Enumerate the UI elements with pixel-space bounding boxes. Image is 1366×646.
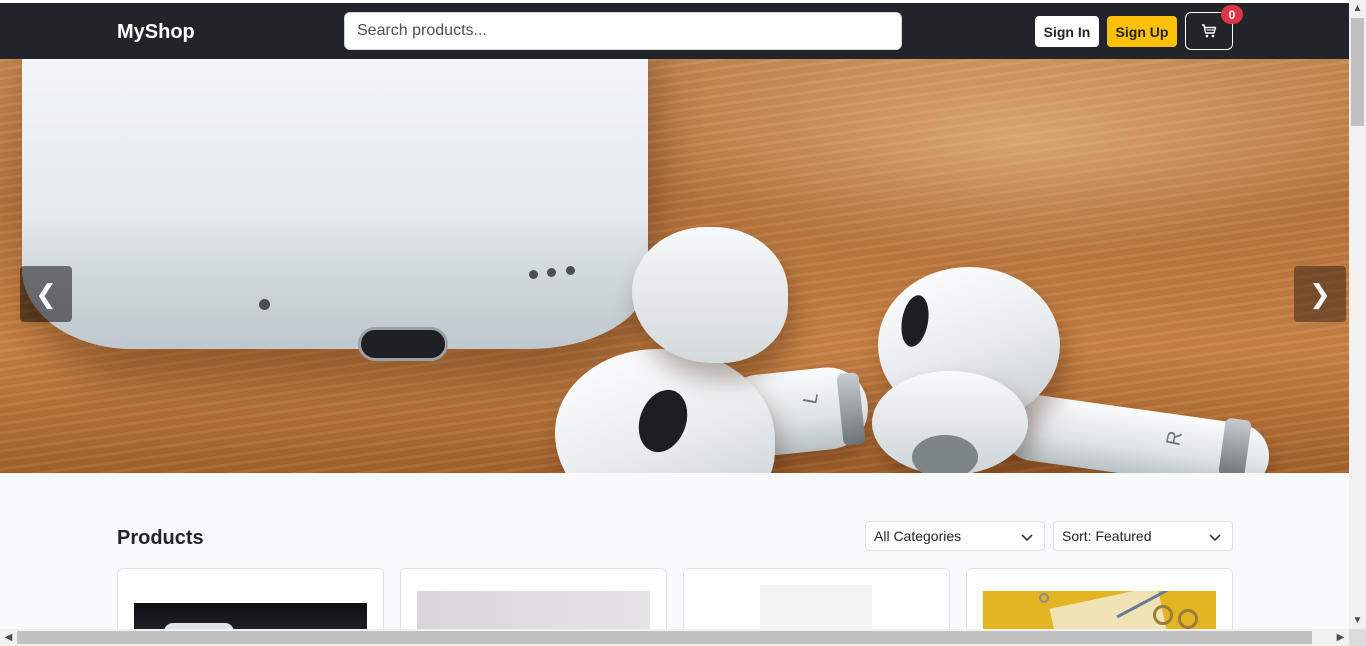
sort-value: Sort: Featured xyxy=(1062,528,1152,544)
product-image xyxy=(760,585,872,630)
vertical-scroll-thumb[interactable] xyxy=(1351,18,1364,126)
horizontal-scroll-thumb[interactable] xyxy=(17,631,1312,644)
category-filter-select[interactable]: All Categories xyxy=(865,521,1045,551)
search-input[interactable] xyxy=(344,12,902,50)
product-card[interactable] xyxy=(400,568,667,630)
category-filter-value: All Categories xyxy=(874,528,962,544)
scroll-up-icon[interactable]: ▲ xyxy=(1349,0,1366,16)
product-image xyxy=(417,591,650,630)
page: MyShop Sign In Sign Up 0 xyxy=(0,3,1349,630)
horizontal-scrollbar[interactable]: ◀ ▶ xyxy=(0,629,1349,646)
scroll-left-icon[interactable]: ◀ xyxy=(0,629,17,646)
carousel-prev-button[interactable]: ❮ xyxy=(20,266,72,322)
brand-logo[interactable]: MyShop xyxy=(117,19,195,45)
chevron-down-icon xyxy=(1209,534,1221,542)
scroll-down-icon[interactable]: ▼ xyxy=(1349,612,1366,628)
chevron-down-icon xyxy=(1021,534,1033,542)
sign-up-button[interactable]: Sign Up xyxy=(1107,16,1177,47)
sort-select[interactable]: Sort: Featured xyxy=(1053,521,1233,551)
product-card[interactable] xyxy=(683,568,950,630)
cart-icon xyxy=(1202,24,1217,38)
sign-in-button[interactable]: Sign In xyxy=(1035,16,1099,47)
product-image xyxy=(134,603,367,630)
carousel-next-button[interactable]: ❯ xyxy=(1294,266,1346,322)
scroll-right-icon[interactable]: ▶ xyxy=(1332,629,1349,646)
cart-count-badge: 0 xyxy=(1221,5,1243,24)
product-card[interactable] xyxy=(966,568,1233,630)
product-card[interactable] xyxy=(117,568,384,630)
products-heading: Products xyxy=(117,527,204,549)
vertical-scrollbar[interactable]: ▲ ▼ xyxy=(1349,0,1366,629)
hero-carousel: L R ❮ ❯ xyxy=(0,59,1349,473)
product-image xyxy=(983,591,1216,630)
chevron-right-icon: ❯ xyxy=(1309,278,1331,309)
chevron-left-icon: ❮ xyxy=(35,278,57,309)
charging-case xyxy=(22,59,648,349)
navbar: MyShop Sign In Sign Up 0 xyxy=(0,3,1349,59)
charging-port xyxy=(358,327,448,361)
